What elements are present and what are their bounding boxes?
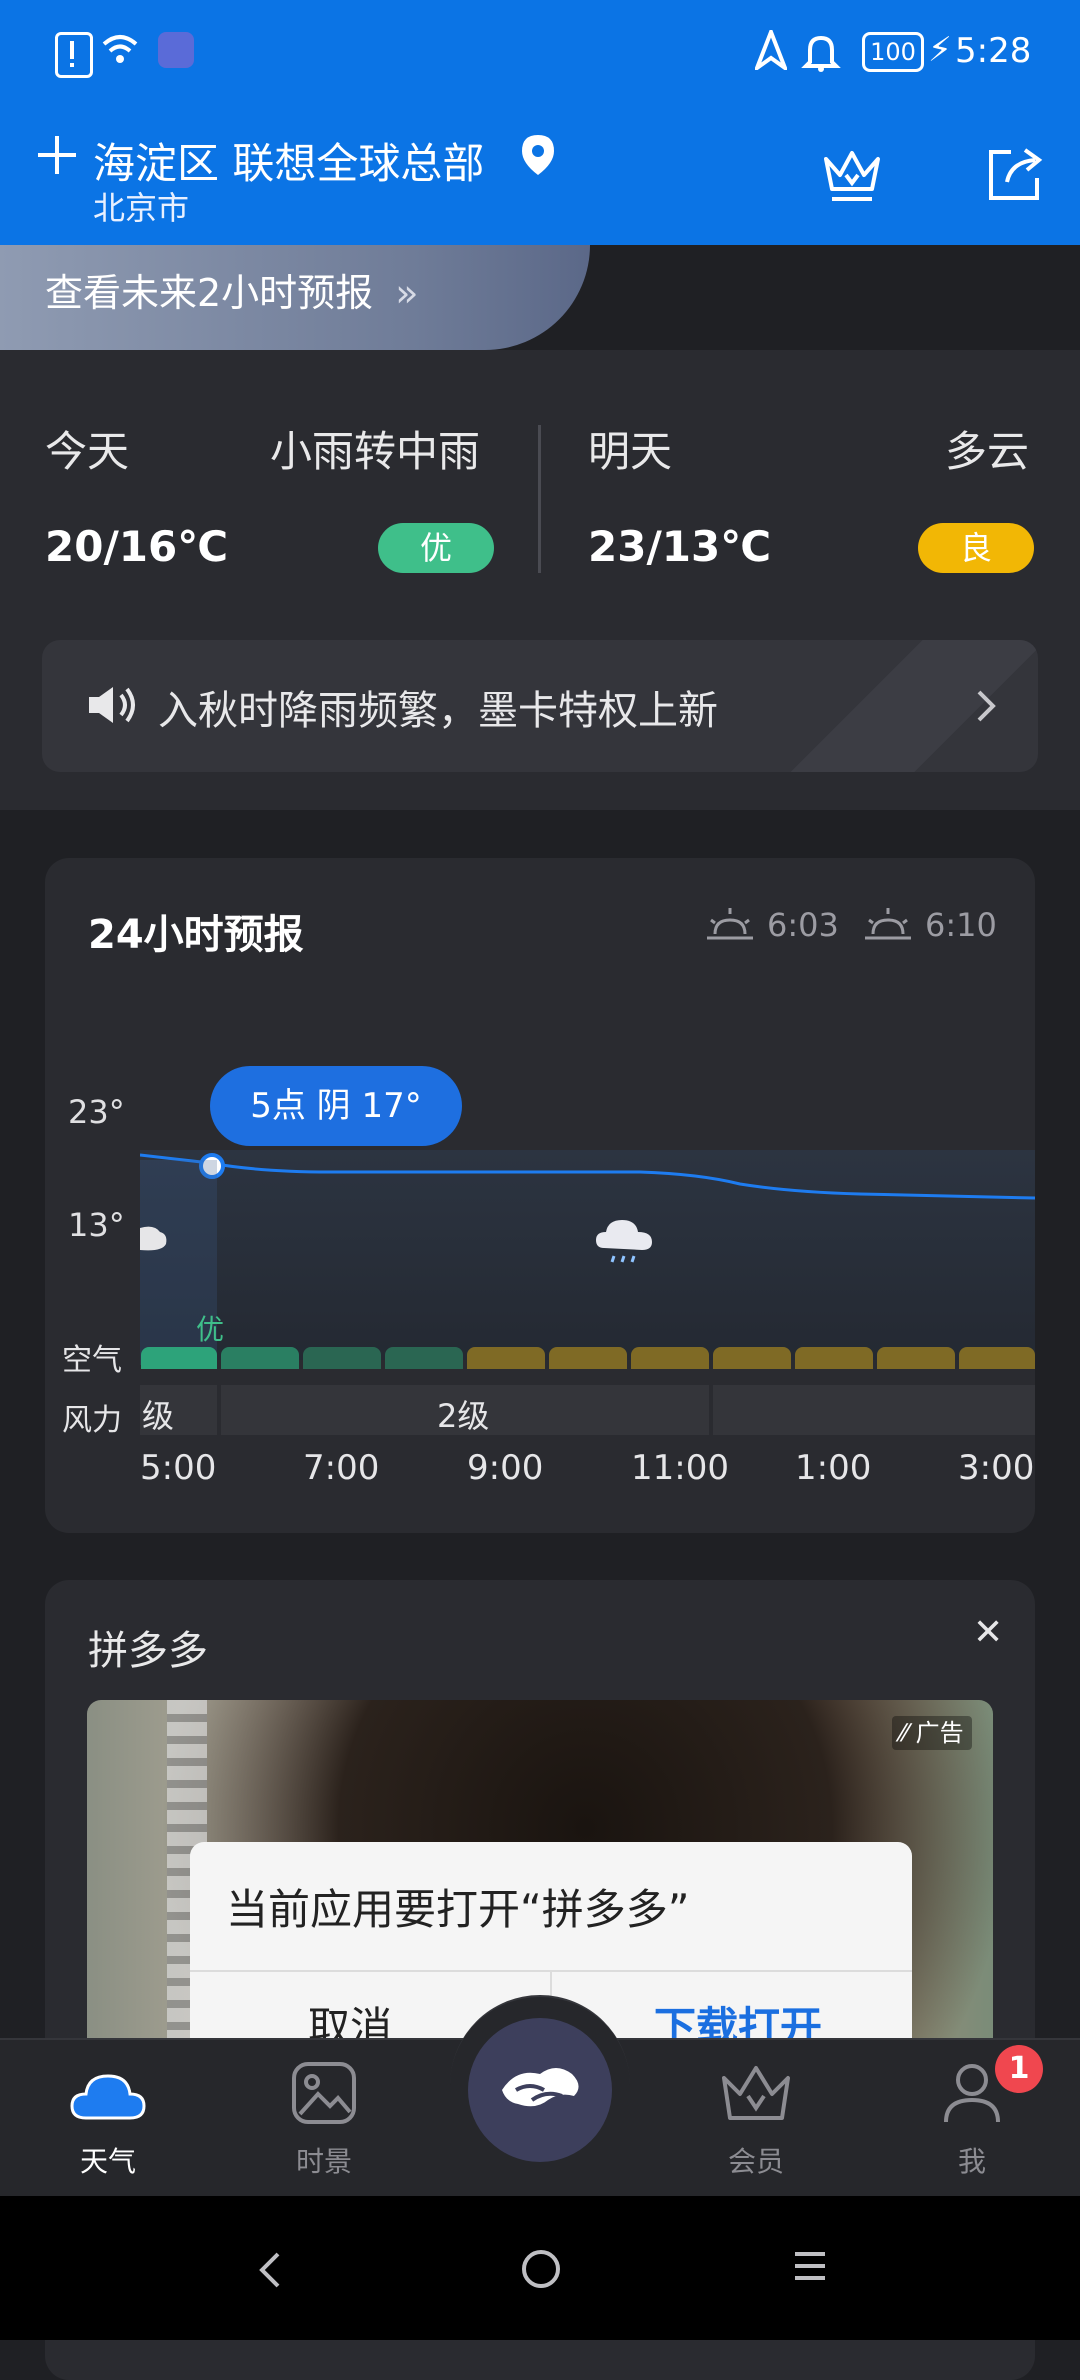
wind-segment: 级 — [140, 1385, 217, 1435]
y-label-high: 23° — [68, 1093, 125, 1131]
aq-bar — [549, 1347, 627, 1369]
tomorrow-weather: 多云 — [945, 427, 1030, 476]
location-title[interactable]: 海淀区 联想全球总部 — [93, 130, 484, 191]
cloud-icon — [140, 1222, 168, 1260]
ad-tag-icon: ⁄⁄ — [900, 1719, 916, 1747]
time-label: 11:00 — [631, 1448, 729, 1488]
recents-icon[interactable] — [795, 2252, 825, 2280]
wind-level: 2级 — [437, 1397, 490, 1435]
crown-nav-icon — [720, 2064, 792, 2128]
aq-bar — [141, 1347, 217, 1369]
wind-level: 级 — [142, 1397, 175, 1435]
ad-tag: ⁄⁄ 广告 — [892, 1716, 972, 1750]
nav-membership[interactable]: 会员 — [696, 2062, 816, 2182]
aq-bar — [959, 1347, 1035, 1369]
notification-badge: 1 — [995, 2045, 1043, 2093]
battery-icon: 100 — [862, 32, 924, 72]
app-notification-icon — [158, 32, 194, 68]
ad-tag-label: 广告 — [915, 1719, 964, 1747]
aq-bar — [795, 1347, 873, 1369]
nav-label: 会员 — [727, 2145, 784, 2178]
user-icon — [942, 2062, 1002, 2128]
close-icon[interactable]: ✕ — [973, 1612, 1003, 1653]
aq-bar — [631, 1347, 709, 1369]
y-label-low: 13° — [68, 1206, 125, 1244]
wind-segment — [713, 1385, 1035, 1435]
share-icon[interactable] — [985, 146, 1045, 208]
aq-row-label: 空气 — [62, 1343, 122, 1378]
battery-level: 100 — [870, 38, 916, 66]
double-chevron-icon: » — [395, 271, 419, 315]
time-label: 7:00 — [303, 1448, 380, 1488]
sunrise-time: 6:03 — [767, 906, 839, 944]
home-icon[interactable] — [522, 2250, 560, 2288]
aq-bar — [877, 1347, 955, 1369]
hour-tooltip: 5点 阴 17° — [210, 1066, 462, 1146]
temperature-curve — [140, 1153, 1035, 1200]
speaker-icon — [85, 683, 141, 731]
time-label: 9:00 — [467, 1448, 544, 1488]
location-active-icon — [752, 26, 790, 74]
nav-label: 时景 — [295, 2145, 352, 2178]
time-label: 1:00 — [795, 1448, 872, 1488]
alarm-icon — [800, 32, 842, 76]
two-hour-forecast-label: 查看未来2小时预报 » — [45, 262, 419, 317]
logo-cloud-icon — [496, 2060, 584, 2126]
nav-scenes[interactable]: 时景 — [264, 2062, 384, 2182]
image-icon — [292, 2062, 356, 2128]
cloud-nav-icon — [70, 2068, 146, 2128]
time-label: 3:00 — [958, 1448, 1035, 1488]
today-aqi-badge[interactable]: 优 — [378, 523, 494, 573]
today-temp: 20/16℃ — [45, 522, 229, 571]
wind-segment: 2级 — [221, 1385, 709, 1435]
two-hour-text: 查看未来2小时预报 — [45, 271, 374, 315]
wind-row-label: 风力 — [62, 1403, 122, 1438]
aq-bar — [303, 1347, 381, 1369]
today-label: 今天 — [45, 427, 130, 476]
tomorrow-label: 明天 — [588, 427, 673, 476]
back-icon[interactable] — [258, 2250, 282, 2294]
dialog-title: 当前应用要打开“拼多多” — [226, 1885, 690, 1934]
nav-label: 我 — [957, 2145, 986, 2178]
sunset-icon — [863, 902, 913, 950]
nav-weather[interactable]: 天气 — [48, 2062, 168, 2182]
rain-cloud-icon — [594, 1212, 654, 1274]
aq-bar — [467, 1347, 545, 1369]
crown-icon[interactable] — [820, 145, 884, 209]
location-pin-icon — [520, 133, 556, 181]
time-label: 5:00 — [140, 1448, 217, 1488]
sim-alert-icon — [55, 32, 93, 78]
wifi-icon — [100, 30, 140, 74]
ad-title: 拼多多 — [88, 1628, 208, 1674]
aq-bar — [713, 1347, 791, 1369]
aq-bar — [221, 1347, 299, 1369]
today-weather: 小雨转中雨 — [270, 427, 481, 476]
day-divider — [538, 425, 541, 573]
aq-bar — [385, 1347, 463, 1369]
clock: 5:28 — [955, 31, 1032, 71]
nav-label: 天气 — [79, 2145, 136, 2178]
promo-text: 入秋时降雨频繁，墨卡特权上新 — [158, 688, 718, 734]
aq-value-label: 优 — [196, 1313, 225, 1346]
tomorrow-aqi-badge[interactable]: 良 — [918, 523, 1034, 573]
city-label: 北京市 — [93, 189, 190, 227]
chevron-right-icon — [975, 688, 997, 728]
sunrise-icon — [705, 902, 755, 950]
nav-center-button[interactable] — [468, 2018, 612, 2162]
plus-icon[interactable] — [38, 136, 76, 174]
charging-icon: ⚡ — [928, 30, 952, 70]
tomorrow-temp: 23/13℃ — [588, 522, 772, 571]
forecast-24h-title: 24小时预报 — [88, 912, 304, 958]
sunset-time: 6:10 — [925, 906, 997, 944]
